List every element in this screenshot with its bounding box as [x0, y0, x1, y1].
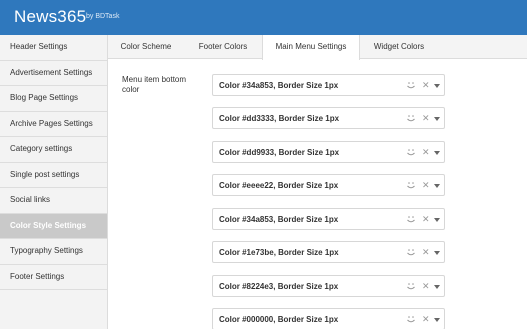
settings-sidebar: Header Settings Advertisement Settings B… [0, 35, 108, 329]
smiley-icon[interactable] [406, 246, 416, 258]
smiley-icon[interactable] [406, 146, 416, 158]
sidebar-item-single-post-settings[interactable]: Single post settings [0, 163, 107, 188]
close-icon[interactable]: ✕ [422, 281, 430, 291]
sidebar-item-footer-settings[interactable]: Footer Settings [0, 265, 107, 290]
select-value: Color #34a853, Border Size 1px [219, 81, 339, 90]
color-border-select[interactable]: Color #000000, Border Size 1px ✕ [212, 308, 445, 329]
color-border-select[interactable]: Color #eeee22, Border Size 1px ✕ [212, 174, 445, 196]
close-icon[interactable]: ✕ [422, 314, 430, 324]
color-border-select[interactable]: Color #34a853, Border Size 1px ✕ [212, 74, 445, 96]
chevron-down-icon[interactable] [434, 84, 440, 88]
tab-footer-colors[interactable]: Footer Colors [184, 35, 262, 59]
color-border-select[interactable]: Color #dd9933, Border Size 1px ✕ [212, 141, 445, 163]
chevron-down-icon[interactable] [434, 117, 440, 121]
close-icon[interactable]: ✕ [422, 214, 430, 224]
select-value: Color #eeee22, Border Size 1px [219, 181, 339, 190]
sidebar-item-typography-settings[interactable]: Typography Settings [0, 239, 107, 265]
chevron-down-icon[interactable] [434, 151, 440, 155]
sidebar-item-social-links[interactable]: Social links [0, 188, 107, 214]
chevron-down-icon[interactable] [434, 251, 440, 255]
color-border-select[interactable]: Color #8224e3, Border Size 1px ✕ [212, 275, 445, 297]
chevron-down-icon[interactable] [434, 285, 440, 289]
select-value: Color #dd3333, Border Size 1px [219, 114, 340, 123]
smiley-icon[interactable] [406, 79, 416, 91]
settings-tabs: Color Scheme Footer Colors Main Menu Set… [108, 35, 527, 60]
app-header: News365 by BDTask [0, 0, 527, 35]
close-icon[interactable]: ✕ [422, 180, 430, 190]
sidebar-item-category-settings[interactable]: Category settings [0, 137, 107, 163]
smiley-icon[interactable] [406, 213, 416, 225]
main-panel: Color Scheme Footer Colors Main Menu Set… [108, 35, 527, 329]
sidebar-item-advertisement-settings[interactable]: Advertisement Settings [0, 61, 107, 86]
close-icon[interactable]: ✕ [422, 80, 430, 90]
smiley-icon[interactable] [406, 280, 416, 292]
chevron-down-icon[interactable] [434, 318, 440, 322]
smiley-icon[interactable] [406, 179, 416, 191]
sidebar-item-header-settings[interactable]: Header Settings [0, 35, 107, 61]
select-value: Color #1e73be, Border Size 1px [219, 248, 339, 257]
field-label-menu-item-bottom-color: Menu item bottom color [122, 75, 187, 94]
sidebar-item-archive-pages-settings[interactable]: Archive Pages Settings [0, 112, 107, 137]
color-border-select[interactable]: Color #1e73be, Border Size 1px ✕ [212, 241, 445, 263]
smiley-icon[interactable] [406, 313, 416, 325]
sidebar-item-blog-page-settings[interactable]: Blog Page Settings [0, 86, 107, 112]
brand-logo: News365 [14, 7, 87, 26]
tab-widget-colors[interactable]: Widget Colors [360, 35, 438, 59]
close-icon[interactable]: ✕ [422, 147, 430, 157]
brand-byline: by BDTask [86, 13, 120, 20]
select-value: Color #000000, Border Size 1px [219, 315, 339, 324]
select-value: Color #8224e3, Border Size 1px [219, 282, 339, 291]
chevron-down-icon[interactable] [434, 184, 440, 188]
color-border-select[interactable]: Color #34a853, Border Size 1px ✕ [212, 208, 445, 230]
select-value: Color #34a853, Border Size 1px [219, 215, 339, 224]
select-value: Color #dd9933, Border Size 1px [219, 148, 340, 157]
tab-color-scheme[interactable]: Color Scheme [108, 35, 184, 59]
close-icon[interactable]: ✕ [422, 113, 430, 123]
color-border-select[interactable]: Color #dd3333, Border Size 1px ✕ [212, 107, 445, 129]
sidebar-item-color-style-settings[interactable]: Color Style Settings [0, 213, 107, 239]
close-icon[interactable]: ✕ [422, 247, 430, 257]
smiley-icon[interactable] [406, 112, 416, 124]
tab-main-menu-settings[interactable]: Main Menu Settings [262, 35, 360, 60]
chevron-down-icon[interactable] [434, 218, 440, 222]
